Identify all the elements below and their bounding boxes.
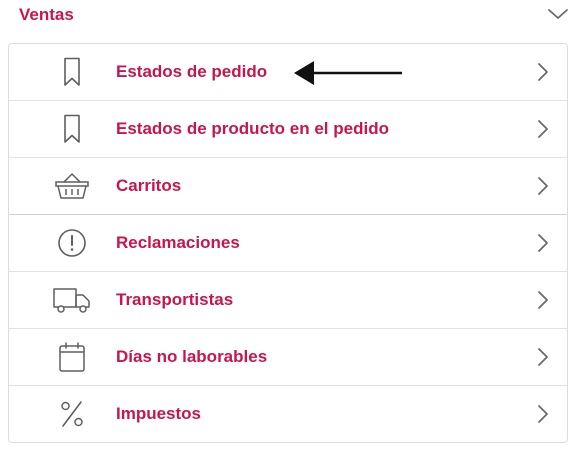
menu-item-dias-no-laborables[interactable]: Días no laborables [9, 329, 567, 386]
menu-item-transportistas[interactable]: Transportistas [9, 272, 567, 329]
menu-item-estados-de-producto[interactable]: Estados de producto en el pedido [9, 101, 567, 158]
menu-item-label: Transportistas [116, 290, 234, 309]
chevron-right-icon [536, 61, 550, 83]
bookmark-icon [52, 113, 92, 145]
chevron-right-icon [536, 232, 550, 254]
menu-item-label: Estados de pedido [116, 62, 268, 81]
chevron-right-icon [536, 403, 550, 425]
chevron-right-icon [536, 346, 550, 368]
chevron-right-icon [536, 175, 550, 197]
menu-item-label: Estados de producto en el pedido [116, 119, 389, 138]
menu-item-label: Carritos [116, 176, 182, 195]
menu-item-label: Días no laborables [116, 347, 268, 366]
menu-item-impuestos[interactable]: Impuestos [9, 386, 567, 442]
alert-circle-icon [52, 227, 92, 259]
menu-item-label: Impuestos [116, 404, 202, 423]
calendar-icon [52, 341, 92, 373]
menu-item-label: Reclamaciones [116, 233, 240, 252]
basket-icon [52, 170, 92, 202]
pointer-arrow-icon [292, 58, 404, 88]
chevron-right-icon [536, 118, 550, 140]
ventas-menu: Estados de pedido Estados de producto en… [8, 43, 568, 443]
section-header-ventas[interactable]: Ventas [0, 0, 582, 32]
menu-item-carritos[interactable]: Carritos [9, 158, 567, 215]
chevron-down-icon[interactable] [547, 7, 569, 21]
chevron-right-icon [536, 289, 550, 311]
percent-icon [52, 398, 92, 430]
truck-icon [52, 284, 92, 316]
menu-item-reclamaciones[interactable]: Reclamaciones [9, 215, 567, 272]
section-title: Ventas [19, 5, 74, 24]
menu-item-estados-de-pedido[interactable]: Estados de pedido [9, 44, 567, 101]
bookmark-icon [52, 56, 92, 88]
